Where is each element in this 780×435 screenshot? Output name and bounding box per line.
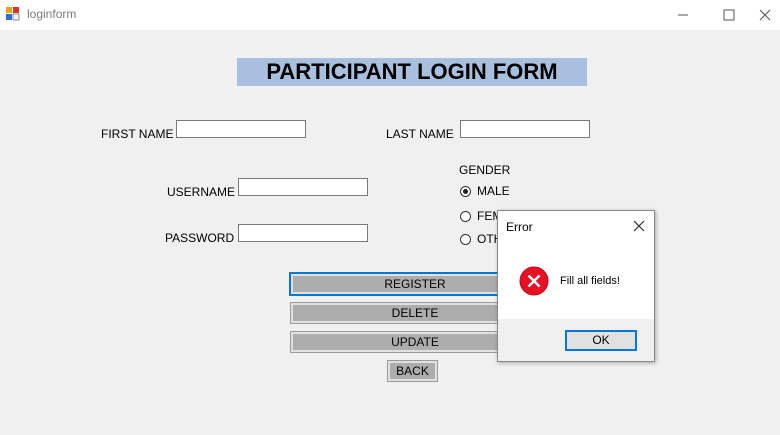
- radio-circle[interactable]: [460, 210, 471, 222]
- app-icon: [6, 7, 20, 21]
- close-icon: [759, 9, 771, 21]
- last-name-label: LAST NAME: [386, 127, 454, 141]
- back-button[interactable]: BACK: [387, 360, 438, 382]
- gender-radio-male[interactable]: MALE: [460, 184, 510, 198]
- gender-radio-other[interactable]: OTH: [460, 232, 502, 246]
- dialog-footer: OK: [498, 319, 654, 361]
- gender-radio-female[interactable]: FEM: [460, 209, 502, 223]
- window-titlebar: loginform: [0, 0, 780, 30]
- dialog-title: Error: [506, 220, 533, 234]
- gender-option-label: MALE: [477, 184, 510, 198]
- error-dialog: Error Fill all fields! OK: [497, 210, 655, 362]
- gender-label: GENDER: [459, 163, 511, 177]
- maximize-button[interactable]: [706, 0, 752, 30]
- close-button[interactable]: [750, 0, 780, 30]
- ok-button[interactable]: OK: [565, 330, 637, 351]
- close-icon[interactable]: [630, 217, 648, 235]
- password-label: PASSWORD: [165, 231, 235, 245]
- window-title: loginform: [27, 7, 77, 21]
- radio-circle[interactable]: [460, 185, 471, 197]
- form-area: PARTICIPANT LOGIN FORM FIRST NAME LAST N…: [0, 30, 780, 435]
- dialog-message: Fill all fields!: [560, 275, 620, 287]
- username-label: USERNAME: [167, 185, 236, 199]
- maximize-icon: [723, 9, 735, 21]
- minimize-button[interactable]: [660, 0, 706, 30]
- last-name-input[interactable]: [460, 120, 590, 138]
- password-input[interactable]: [238, 224, 368, 242]
- first-name-input[interactable]: [176, 120, 306, 138]
- error-icon: [519, 266, 549, 296]
- minimize-icon: [678, 14, 688, 16]
- username-input[interactable]: [238, 178, 368, 196]
- radio-circle[interactable]: [460, 233, 471, 245]
- first-name-label: FIRST NAME: [101, 127, 174, 141]
- form-title: PARTICIPANT LOGIN FORM: [237, 58, 587, 86]
